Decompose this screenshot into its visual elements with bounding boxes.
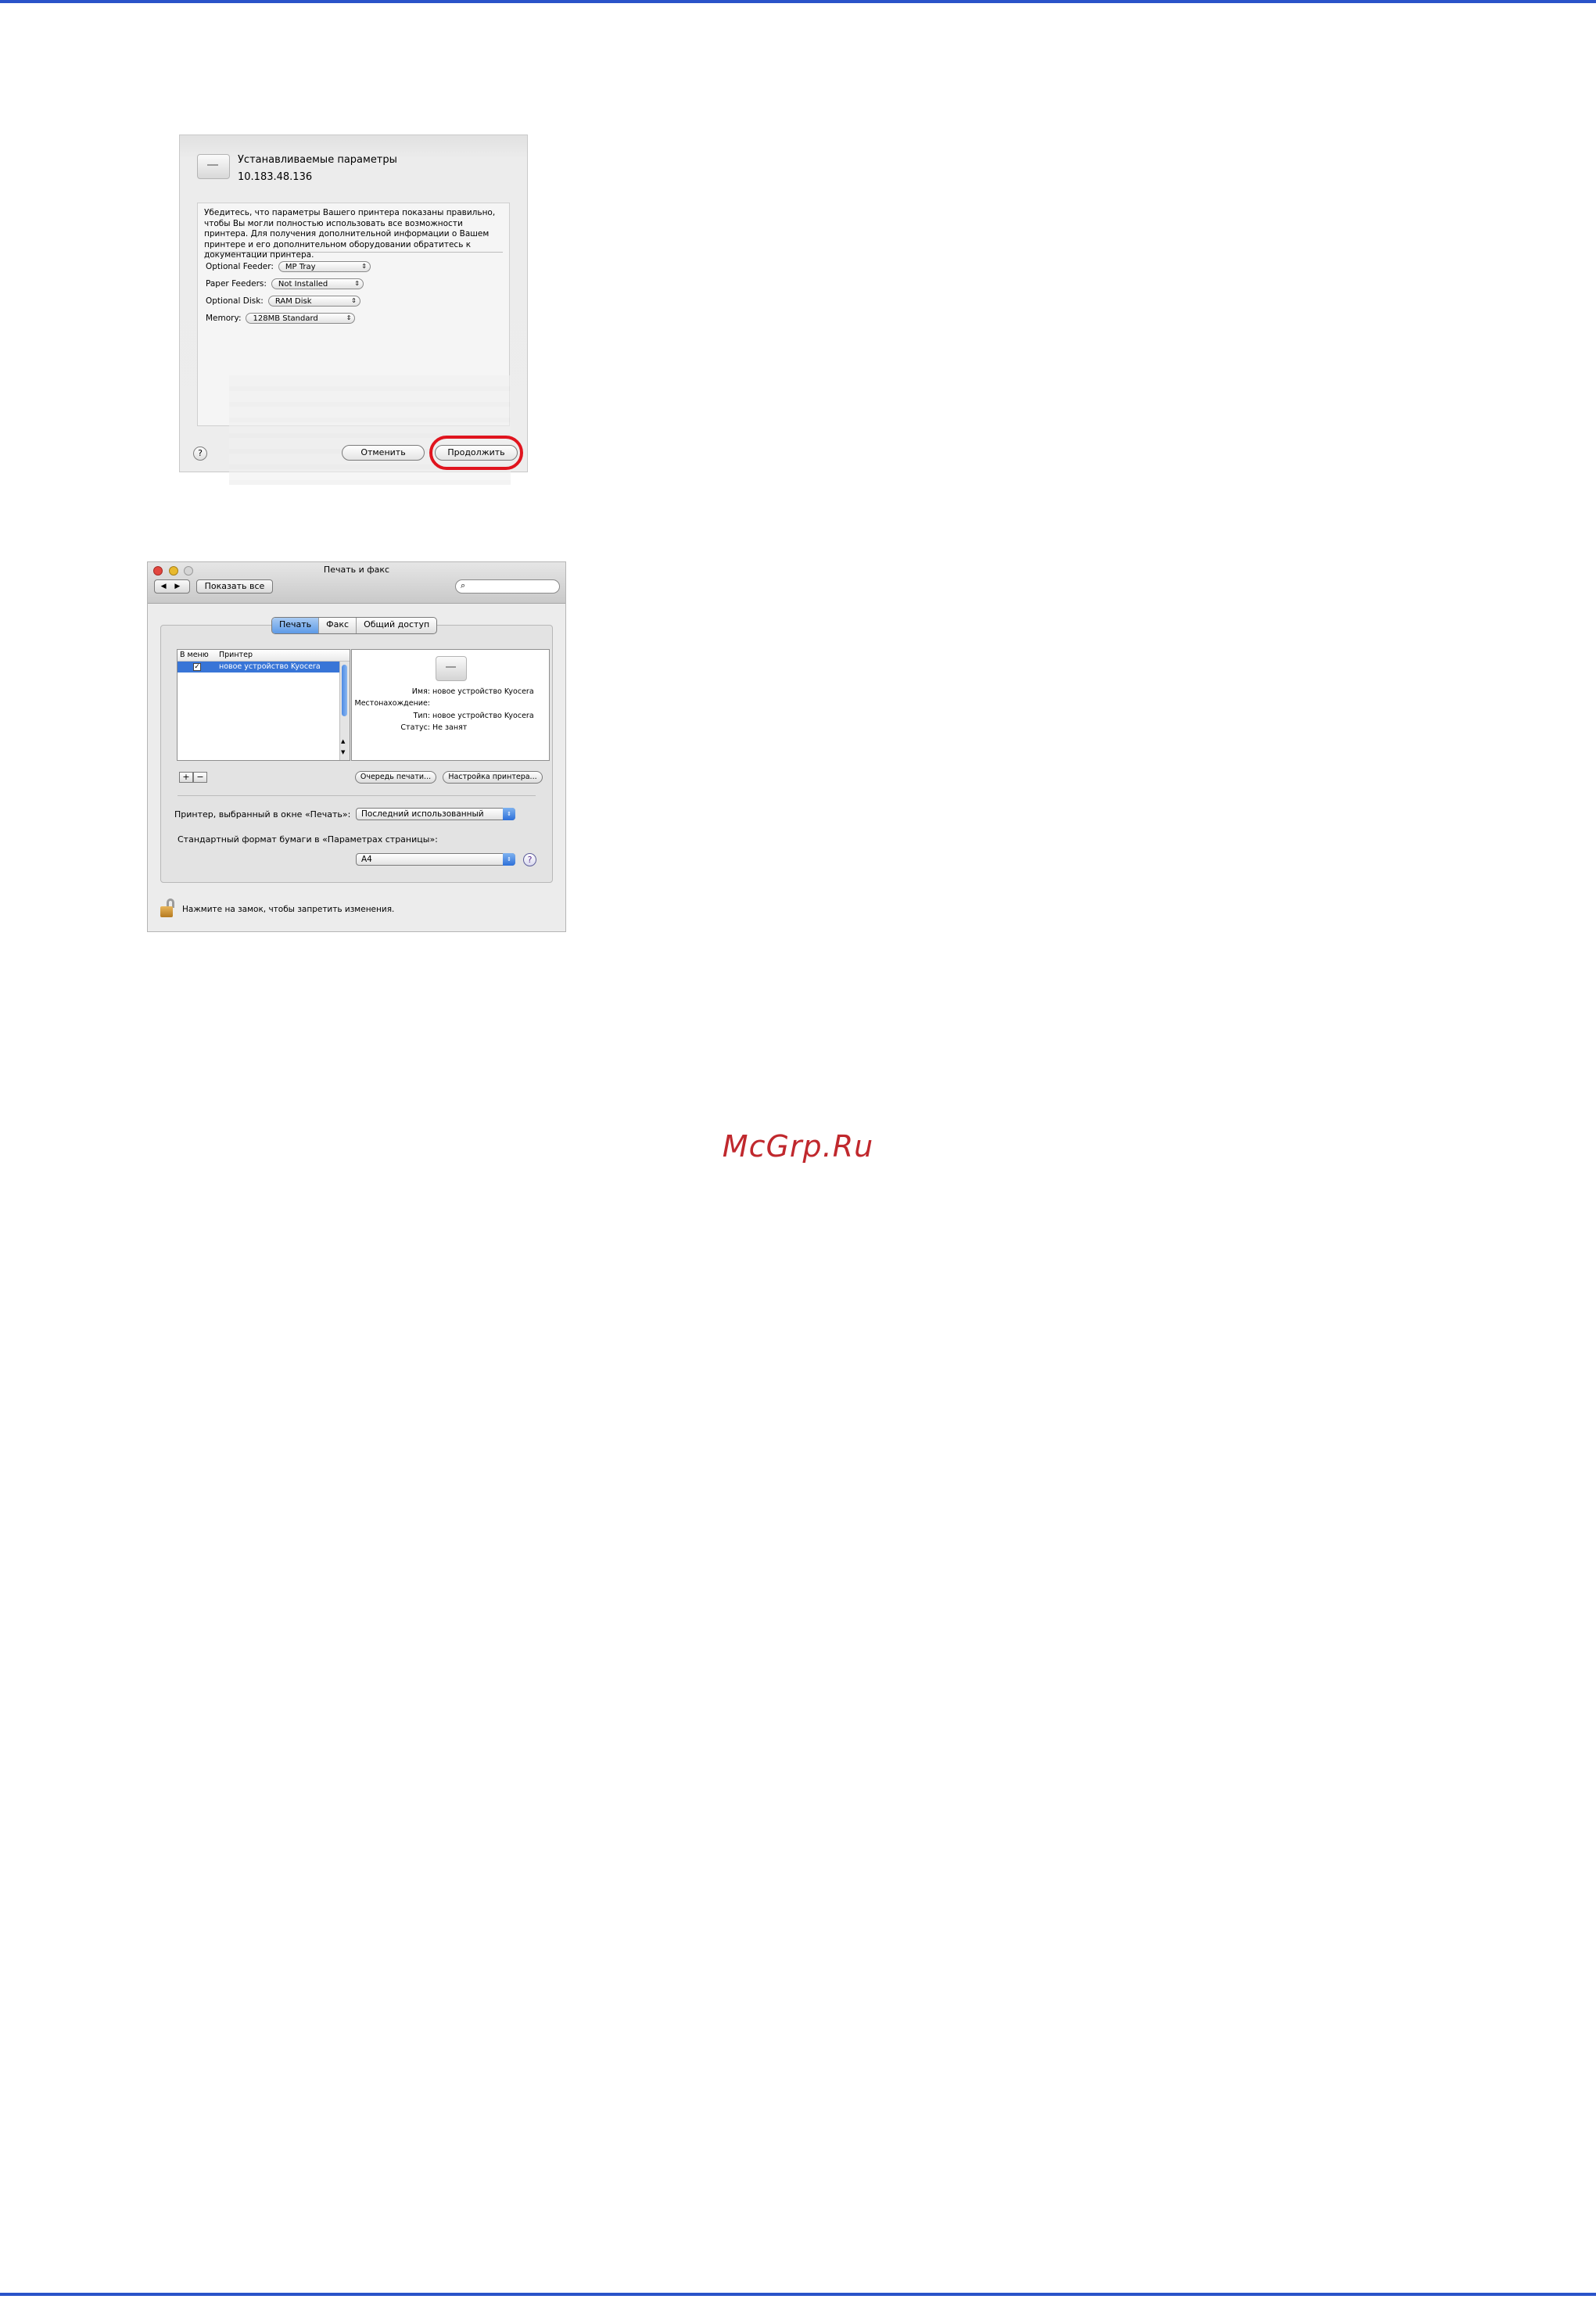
- watermark: McGrp.Ru: [722, 1129, 874, 1164]
- option-label: Paper Feeders:: [206, 279, 267, 289]
- scroll-thumb[interactable]: [342, 665, 347, 716]
- detail-value: Не занят: [432, 723, 468, 732]
- tab-sharing[interactable]: Общий доступ: [357, 618, 436, 633]
- sheet-title: Устанавливаемые параметры: [238, 154, 397, 166]
- optional-disk-popup[interactable]: RAM Disk ⇕: [267, 296, 360, 307]
- options-description: Убедитесь, что параметры Вашего принтера…: [204, 208, 496, 260]
- updown-arrows-icon: ⇕: [351, 297, 357, 304]
- column-in-menu[interactable]: В меню: [180, 650, 209, 661]
- search-icon: ⌕: [461, 580, 466, 590]
- add-printer-button[interactable]: +: [179, 772, 193, 783]
- printer-icon: [197, 154, 230, 179]
- updown-arrows-icon: ⇕: [503, 853, 515, 866]
- lock-hint: Нажмите на замок, чтобы запретить измене…: [182, 905, 395, 914]
- bottom-rule: [0, 2293, 1596, 2296]
- popup-value: RAM Disk: [274, 297, 312, 306]
- updown-arrows-icon: ⇕: [361, 263, 367, 270]
- list-header: В меню Принтер: [178, 650, 350, 662]
- optional-feeder-popup[interactable]: MP Tray ⇕: [278, 261, 371, 272]
- lock-body: [160, 906, 173, 917]
- help-button[interactable]: ?: [193, 447, 207, 461]
- printer-list[interactable]: В меню Принтер ✓ новое устройство Kyocer…: [177, 649, 350, 761]
- option-label: Optional Disk:: [206, 296, 264, 306]
- installable-options-sheet: Устанавливаемые параметры 10.183.48.136 …: [179, 134, 528, 485]
- print-queue-button[interactable]: Очередь печати...: [355, 771, 436, 784]
- highlight-ring: [429, 436, 523, 470]
- paper-size-select[interactable]: A4 ⇕: [356, 853, 515, 866]
- paper-feeders-popup[interactable]: Not Installed ⇕: [271, 278, 364, 289]
- selected-printer-label: Принтер, выбранный в окне «Печать»:: [174, 809, 351, 820]
- option-row-paper-feeders: Paper Feeders: Not Installed ⇕: [206, 277, 364, 291]
- help-button[interactable]: ?: [523, 853, 536, 866]
- divider: [204, 252, 503, 253]
- tab-bar: Печать Факс Общий доступ: [271, 617, 438, 634]
- top-rule: [0, 0, 1596, 3]
- remove-printer-button[interactable]: −: [193, 772, 207, 783]
- popup-value: 128MB Standard: [253, 314, 318, 323]
- detail-key: Имя:: [411, 687, 430, 696]
- option-row-optional-feeder: Optional Feeder: MP Tray ⇕: [206, 260, 371, 274]
- search-field[interactable]: ⌕: [455, 579, 560, 594]
- show-all-button[interactable]: Показать все: [196, 579, 273, 594]
- scroll-down-icon[interactable]: ▼: [341, 749, 345, 755]
- tab-print[interactable]: Печать: [272, 618, 320, 633]
- window-toolbar: Печать и факс ◀ ▶ Показать все ⌕: [148, 562, 565, 604]
- popup-value: Not Installed: [278, 280, 328, 289]
- cancel-button[interactable]: Отменить: [342, 445, 425, 461]
- printer-name: новое устройство Kyocera: [219, 662, 321, 671]
- select-value: A4: [361, 855, 372, 864]
- updown-arrows-icon: ⇕: [503, 808, 515, 820]
- in-menu-checkbox[interactable]: ✓: [193, 663, 201, 671]
- printer-setup-button[interactable]: Настройка принтера...: [443, 771, 543, 784]
- print-fax-window: Печать и факс ◀ ▶ Показать все ⌕ Печать …: [147, 561, 566, 932]
- column-printer[interactable]: Принтер: [219, 650, 253, 661]
- detail-key: Местонахождение:: [354, 699, 430, 708]
- detail-value: новое устройство Kyocera: [432, 687, 534, 696]
- back-forward-button[interactable]: ◀ ▶: [154, 579, 190, 594]
- updown-arrows-icon: ⇕: [354, 280, 360, 287]
- tab-fax[interactable]: Факс: [319, 618, 357, 633]
- option-row-optional-disk: Optional Disk: RAM Disk ⇕: [206, 294, 360, 308]
- lock-icon[interactable]: [160, 898, 178, 917]
- memory-popup[interactable]: 128MB Standard ⇕: [246, 313, 356, 324]
- printer-details: Имя: новое устройство Kyocera Местонахож…: [351, 649, 550, 761]
- option-row-memory: Memory: 128MB Standard ⇕: [206, 311, 356, 325]
- detail-key: Статус:: [400, 723, 430, 732]
- options-panel: Убедитесь, что параметры Вашего принтера…: [197, 203, 511, 485]
- printer-icon: [436, 656, 467, 681]
- option-label: Optional Feeder:: [206, 262, 274, 271]
- printer-ip: 10.183.48.136: [238, 171, 313, 183]
- detail-value: новое устройство Kyocera: [432, 712, 534, 720]
- paper-size-label: Стандартный формат бумаги в «Параметрах …: [178, 834, 438, 845]
- scroll-up-icon[interactable]: ▲: [341, 738, 345, 744]
- selected-printer-select[interactable]: Последний использованный ⇕: [356, 808, 515, 820]
- divider: [178, 795, 536, 796]
- list-item[interactable]: ✓ новое устройство Kyocera: [178, 662, 340, 672]
- option-label: Memory:: [206, 314, 242, 323]
- window-title: Печать и факс: [323, 565, 390, 575]
- select-value: Последний использованный: [361, 809, 484, 819]
- updown-arrows-icon: ⇕: [346, 314, 352, 321]
- popup-value: MP Tray: [285, 263, 316, 271]
- detail-key: Тип:: [413, 712, 430, 720]
- list-scrollbar[interactable]: ▲ ▼: [339, 662, 350, 760]
